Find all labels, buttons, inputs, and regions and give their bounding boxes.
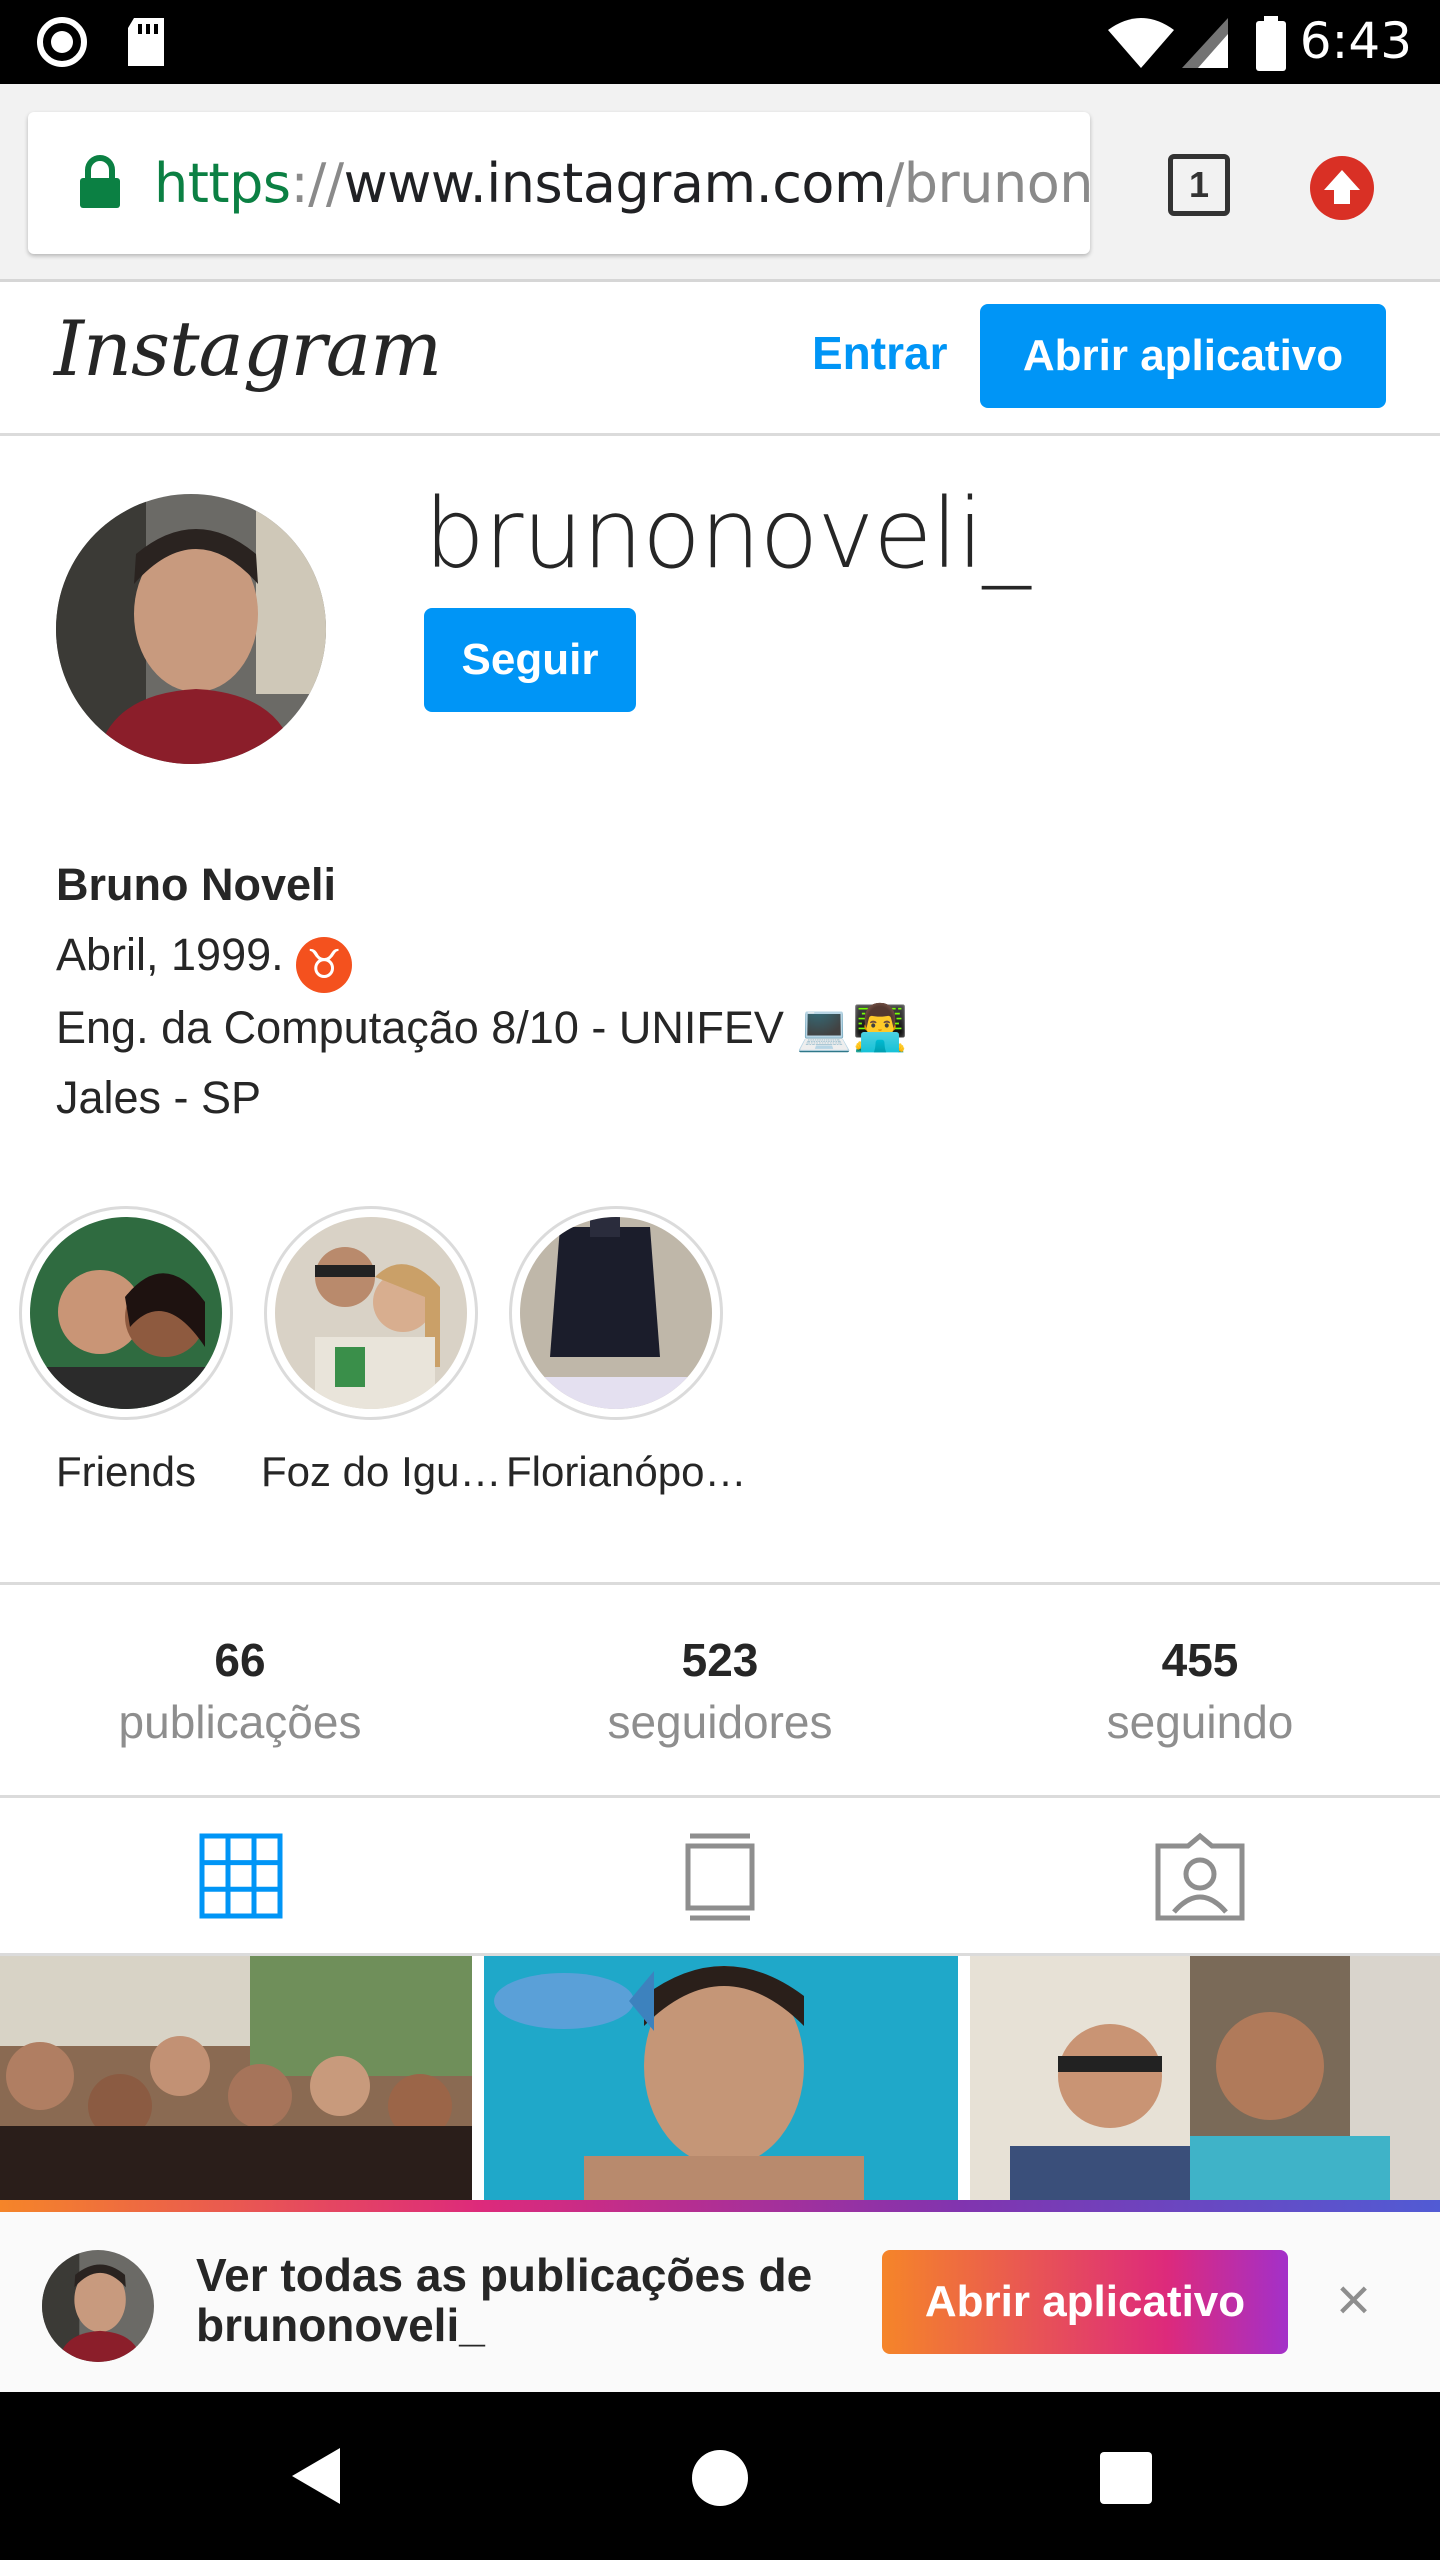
post-thumbnail[interactable] [970, 1956, 1440, 2200]
highlight-label: Friends [55, 1448, 197, 1495]
highlight-ring [19, 1206, 233, 1420]
profile-avatar[interactable] [56, 494, 326, 764]
stat-following[interactable]: 455 seguindo [960, 1633, 1440, 1749]
arrow-up-icon [1324, 170, 1360, 204]
recents-icon[interactable] [1098, 2450, 1154, 2506]
instagram-header: Instagram Entrar Abrir aplicativo [0, 282, 1440, 436]
tab-tagged[interactable] [1150, 1832, 1250, 1922]
open-app-banner: Ver todas as publicações de brunonoveli_… [0, 2200, 1440, 2392]
stat-followers-count: 523 [681, 1634, 759, 1686]
highlight-foz[interactable]: Foz do Igu… [261, 1206, 502, 1496]
bio-line: Jales - SP [56, 1072, 262, 1123]
close-icon[interactable]: × [1336, 2270, 1371, 2330]
highlight-friends[interactable]: Friends [16, 1206, 236, 1496]
stat-posts-label: publicações [118, 1696, 362, 1748]
stat-posts-count: 66 [214, 1634, 266, 1686]
bio-line: Abril, 1999. ♉ [56, 920, 908, 993]
banner-message: Ver todas as publicações de brunonoveli_ [196, 2249, 813, 2351]
stat-followers[interactable]: 523 seguidores [480, 1633, 960, 1749]
sd-card-icon [128, 18, 164, 66]
tab-grid[interactable] [192, 1832, 292, 1922]
address-bar[interactable]: https://www.instagram.com/brunonoveli_/ [28, 112, 1090, 254]
open-app-button[interactable]: Abrir aplicativo [980, 304, 1386, 408]
signal-icon [1182, 18, 1228, 68]
post-thumbnail[interactable] [0, 1956, 472, 2200]
highlight-ring [509, 1206, 723, 1420]
highlight-ring [264, 1206, 478, 1420]
highlight-label: Foz do Igu… [261, 1448, 502, 1495]
banner-avatar [42, 2250, 154, 2362]
url-path: /brunonoveli_/ [886, 152, 1090, 215]
battery-icon [1256, 16, 1286, 71]
profile-username: brunonoveli_ [424, 478, 1031, 590]
browser-toolbar: https://www.instagram.com/brunonoveli_/ … [0, 84, 1440, 282]
grid-icon [199, 1833, 283, 1919]
home-icon[interactable] [690, 2448, 750, 2508]
post-thumbnail[interactable] [484, 1956, 958, 2200]
back-icon[interactable] [286, 2444, 346, 2508]
stat-followers-label: seguidores [607, 1696, 833, 1748]
login-link[interactable]: Entrar [812, 326, 947, 380]
clock: 6:43 [1299, 12, 1412, 70]
highlight-cover [275, 1217, 467, 1409]
wifi-icon [1108, 18, 1174, 68]
stat-posts[interactable]: 66 publicações [0, 1633, 480, 1749]
follow-button[interactable]: Seguir [424, 608, 636, 712]
stat-following-label: seguindo [1106, 1696, 1294, 1748]
profile-stats: 66 publicações 523 seguidores 455 seguin… [0, 1582, 1440, 1798]
url-scheme: https [154, 152, 291, 215]
highlight-label: Florianópo… [506, 1448, 747, 1495]
url-separator: :// [290, 152, 344, 215]
update-button[interactable] [1310, 156, 1374, 220]
stat-following-count: 455 [1161, 1634, 1239, 1686]
lock-icon [80, 155, 120, 208]
profile-full-name: Bruno Noveli [56, 859, 337, 910]
feed-icon [685, 1833, 755, 1921]
bio-birth: Abril, 1999. [56, 929, 284, 980]
tagged-person-icon [1155, 1832, 1245, 1921]
system-nav-bar [0, 2392, 1440, 2560]
bio-line: Eng. da Computação 8/10 - UNIFEV 💻👨‍💻 [56, 1002, 909, 1053]
highlight-cover [520, 1217, 712, 1409]
url-text: https://www.instagram.com/brunonoveli_/ [154, 152, 1090, 215]
profile-view-tabs [0, 1798, 1440, 1956]
tab-feed[interactable] [670, 1832, 770, 1922]
profile-bio: Bruno Noveli Abril, 1999. ♉ Eng. da Comp… [56, 850, 908, 1133]
highlight-florianopolis[interactable]: Florianópo… [506, 1206, 747, 1496]
banner-gradient-line [0, 2200, 1440, 2212]
status-bar: 6:43 [0, 0, 1440, 84]
tab-switcher-button[interactable]: 1 [1168, 154, 1230, 216]
highlight-cover [30, 1217, 222, 1409]
taurus-icon: ♉ [296, 937, 353, 993]
instagram-logo[interactable]: Instagram [54, 304, 442, 393]
banner-open-app-button[interactable]: Abrir aplicativo [882, 2250, 1288, 2354]
record-icon [37, 17, 87, 67]
url-host: www.instagram.com [343, 152, 887, 215]
